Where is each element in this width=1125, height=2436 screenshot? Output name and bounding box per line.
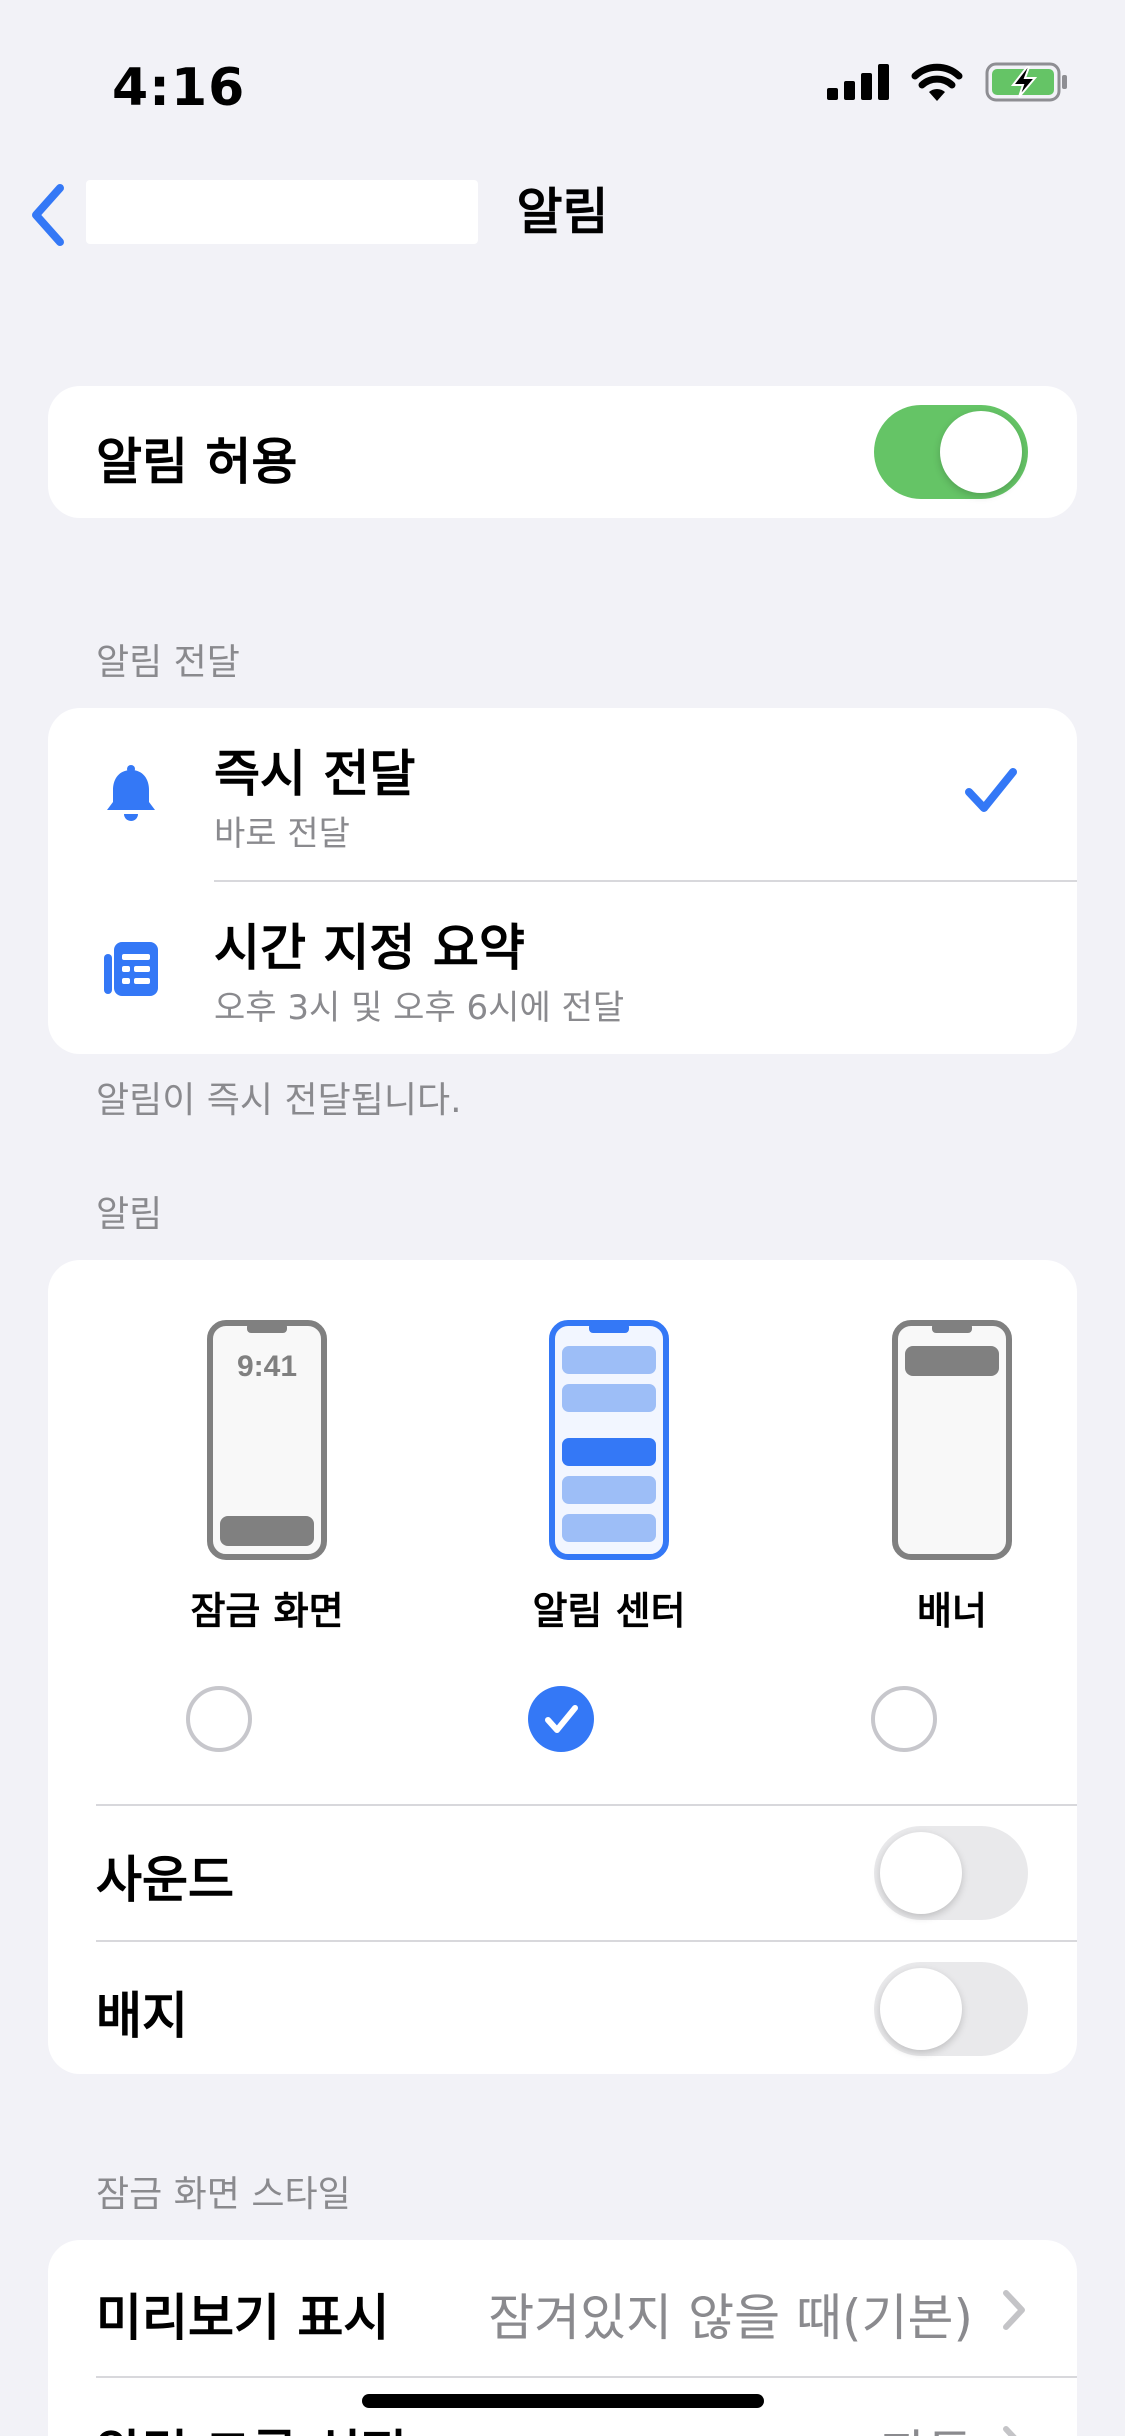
alert-style-lock-screen[interactable]: 9:41 잠금 화면: [147, 1320, 387, 1635]
delivery-card: 즉시 전달 바로 전달 시간 지정 요약 오후 3시 및 오후 6시에 전달: [48, 708, 1077, 1054]
checkmark-icon: [965, 768, 1017, 812]
delivery-option-title: 시간 지정 요약: [214, 919, 525, 977]
row-divider: [96, 1940, 1077, 1942]
alert-style-label: 배너: [917, 1589, 987, 1633]
notification-center-radio[interactable]: [528, 1686, 594, 1752]
alert-style-label: 잠금 화면: [190, 1589, 344, 1633]
scheduled-summary-icon: [104, 942, 158, 996]
chevron-right-icon: [1003, 2426, 1017, 2436]
delivery-option-title: 즉시 전달: [214, 745, 416, 803]
notification-grouping-label: 알림 그룹 설정: [96, 2414, 407, 2436]
show-previews-value: 잠겨있지 않을 때(기본): [488, 2289, 973, 2347]
home-indicator[interactable]: [362, 2394, 764, 2408]
sounds-label: 사운드: [96, 1851, 234, 1909]
alert-style-banners[interactable]: 배너: [832, 1320, 1072, 1635]
sounds-toggle[interactable]: [874, 1826, 1028, 1920]
cellular-signal-icon: [827, 64, 889, 100]
banner-phone-icon: [892, 1320, 1012, 1560]
delivery-section-footer: 알림이 즉시 전달됩니다.: [96, 1080, 462, 1121]
badges-toggle[interactable]: [874, 1962, 1028, 2056]
toggle-knob: [880, 1832, 962, 1914]
allow-notifications-card: 알림 허용: [48, 386, 1077, 518]
chevron-right-icon: [1003, 2290, 1025, 2330]
delivery-option-scheduled-summary[interactable]: 시간 지정 요약 오후 3시 및 오후 6시에 전달: [48, 882, 1077, 1054]
badges-label: 배지: [96, 1987, 188, 2045]
alert-style-label: 알림 센터: [532, 1589, 686, 1633]
lock-screen-style-section-header: 잠금 화면 스타일: [96, 2174, 351, 2215]
delivery-option-subtitle: 바로 전달: [214, 814, 350, 854]
lock-screen-phone-icon: 9:41: [207, 1320, 327, 1560]
notification-center-phone-icon: [549, 1320, 669, 1560]
alert-style-notification-center[interactable]: 알림 센터: [489, 1320, 729, 1635]
wifi-icon: [911, 63, 963, 101]
notification-grouping-value: 자동: [881, 2414, 973, 2436]
show-previews-row[interactable]: 미리보기 표시 잠겨있지 않을 때(기본): [48, 2240, 1077, 2376]
allow-notifications-toggle[interactable]: [874, 405, 1028, 499]
preview-time: 9:41: [237, 1350, 297, 1383]
delivery-option-subtitle: 오후 3시 및 오후 6시에 전달: [214, 988, 625, 1028]
alerts-section-header: 알림: [96, 1194, 163, 1235]
page-title: 알림: [516, 183, 609, 241]
status-icons: [827, 62, 1069, 102]
alerts-card: 9:41 잠금 화면 알림 센터 배너 사운드 배지: [48, 1260, 1077, 2074]
status-time: 4:16: [112, 58, 246, 118]
toggle-knob: [940, 411, 1022, 493]
toggle-knob: [880, 1968, 962, 2050]
radio-checkmark-icon: [545, 1705, 578, 1733]
battery-charging-icon: [985, 62, 1067, 102]
delivery-option-immediate[interactable]: 즉시 전달 바로 전달: [48, 708, 1077, 880]
bell-icon: [107, 765, 155, 821]
lock-screen-radio[interactable]: [186, 1686, 252, 1752]
show-previews-label: 미리보기 표시: [96, 2289, 390, 2347]
notification-settings-screen: 4:16 알림 알림 허용 알림 전달 즉시 전달 바로 전달 시간 지정 요약…: [0, 0, 1125, 2436]
banners-radio[interactable]: [871, 1686, 937, 1752]
allow-notifications-label: 알림 허용: [96, 433, 298, 491]
delivery-section-header: 알림 전달: [96, 642, 240, 683]
row-divider: [96, 1804, 1077, 1806]
